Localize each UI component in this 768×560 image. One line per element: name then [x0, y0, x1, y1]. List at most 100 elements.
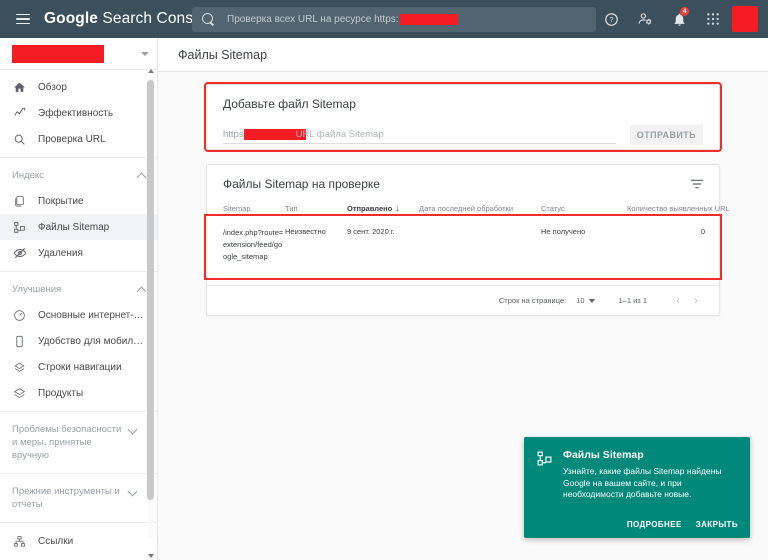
table-title: Файлы Sitemap на проверке: [223, 177, 380, 191]
apps-grid-icon[interactable]: [696, 0, 730, 38]
add-sitemap-title: Добавьте файл Sitemap: [223, 97, 356, 111]
property-name-redacted: [12, 44, 104, 63]
sitemaps-table: Sitemap Тип Отправлено ↓ Дата последней о…: [207, 198, 730, 270]
col-sitemap[interactable]: Sitemap: [207, 198, 285, 220]
notification-badge: 4: [680, 7, 689, 16]
sidebar-item-sitemaps[interactable]: Файлы Sitemap: [0, 214, 157, 240]
sidebar-item-performance[interactable]: Эффективность: [0, 100, 157, 126]
sidebar-item-label: Основные интернет-показ...: [38, 309, 148, 321]
sidebar-item-label: Покрытие: [38, 195, 84, 207]
divider: [0, 157, 157, 158]
avatar[interactable]: [730, 0, 760, 38]
search-input[interactable]: Проверка всех URL на ресурсе https:: [192, 7, 596, 32]
divider: [0, 473, 157, 474]
chevron-left-icon[interactable]: ‹: [669, 295, 687, 307]
sidebar-item-links[interactable]: Ссылки: [0, 528, 157, 554]
col-discovered-urls[interactable]: Количество выявленных URL: [627, 198, 730, 220]
rows-per-page-label: Строк на странице:: [498, 296, 567, 305]
search-icon: [12, 132, 27, 147]
sidebar-nav: Обзор Эффективность Проверка URL Индекс: [0, 70, 157, 560]
sidebar-group-label: Улучшения: [12, 284, 62, 295]
col-type[interactable]: Тип: [285, 198, 347, 220]
mobile-icon: [12, 334, 27, 349]
links-icon: [12, 534, 27, 549]
sidebar-item-label: Строки навигации: [38, 361, 122, 373]
scroll-up-arrow-icon[interactable]: [147, 68, 154, 75]
speedometer-icon: [12, 308, 27, 323]
sidebar-item-label: Удобство для мобильных: [38, 335, 148, 347]
top-app-bar: Google Search Console Проверка всех URL …: [0, 0, 768, 38]
table-row[interactable]: /index.php?route=extension/feed/google_s…: [207, 220, 721, 270]
search-console-window: Google Search Console Проверка всех URL …: [0, 0, 768, 560]
sidebar-item-products[interactable]: Продукты: [0, 380, 157, 406]
submitted-sitemaps-card: Файлы Sitemap на проверке Sitemap Тип От…: [206, 164, 730, 316]
sidebar-item-url-inspection[interactable]: Проверка URL: [0, 126, 157, 152]
sidebar-scrollbar[interactable]: [147, 68, 154, 560]
pagination-range: 1–1 из 1: [618, 296, 647, 305]
sidebar-group-enhancements[interactable]: Улучшения: [0, 277, 157, 302]
bell-icon[interactable]: 4: [662, 0, 696, 38]
search-placeholder: Проверка всех URL на ресурсе https:: [227, 13, 458, 25]
breadcrumbs-icon: [12, 360, 27, 375]
sitemap-icon: [12, 220, 27, 235]
table-pagination: Строк на странице: 10 1–1 из 1 ‹ ›: [207, 285, 719, 315]
sidebar-item-breadcrumbs[interactable]: Строки навигации: [0, 354, 157, 380]
sidebar-group-legacy-tools[interactable]: Прежние инструменты и отчеты: [0, 479, 148, 517]
sidebar-item-label: Ссылки: [38, 535, 74, 547]
sitemap-url-text: /index.php?route=extension/feed/google_s…: [223, 228, 284, 261]
submit-button[interactable]: ОТПРАВИТЬ: [629, 125, 703, 145]
products-icon: [12, 386, 27, 401]
sidebar-group-label: Прежние инструменты и отчеты: [12, 486, 120, 510]
property-selector[interactable]: [0, 38, 157, 70]
account-settings-icon[interactable]: [628, 0, 662, 38]
sidebar-item-label: Проверка URL: [38, 133, 106, 145]
toast-top: Файлы Sitemap Узнайте, какие файлы Sitem…: [536, 449, 738, 501]
sidebar-item-removals[interactable]: Удаления: [0, 240, 157, 266]
hamburger-icon[interactable]: [6, 0, 40, 38]
toast-text: Файлы Sitemap Узнайте, какие файлы Sitem…: [563, 449, 738, 501]
sidebar-item-label: Эффективность: [38, 107, 114, 119]
col-submitted[interactable]: Отправлено ↓: [347, 198, 419, 220]
cell-status: Не получено: [541, 227, 586, 236]
col-status[interactable]: Статус: [541, 198, 627, 220]
sidebar-item-coverage[interactable]: Покрытие: [0, 188, 157, 214]
close-button[interactable]: ЗАКРЫТЬ: [696, 520, 738, 529]
top-bar-icons: ? 4: [594, 0, 760, 38]
brand-title: Google Search Console: [44, 10, 214, 28]
sidebar-item-settings[interactable]: Настройки: [0, 554, 157, 560]
sidebar: Обзор Эффективность Проверка URL Индекс: [0, 38, 158, 560]
avatar-image: [732, 6, 758, 32]
main-content: Добавьте файл Sitemap https URL файла Sit…: [158, 72, 768, 560]
divider: [0, 411, 157, 412]
sidebar-group-index[interactable]: Индекс: [0, 163, 157, 188]
scroll-down-arrow-icon[interactable]: [147, 553, 154, 560]
table-head: Sitemap Тип Отправлено ↓ Дата последней о…: [207, 198, 730, 220]
toast-body: Узнайте, какие файлы Sitemap найдены Goo…: [563, 466, 722, 499]
learn-more-button[interactable]: ПОДРОБНЕЕ: [627, 520, 682, 529]
table-header-bar: Файлы Sitemap на проверке: [207, 165, 719, 198]
url-prefix: https: [223, 129, 244, 140]
rows-per-page-value[interactable]: 10: [576, 296, 584, 305]
cell-submitted: 9 сент. 2020 г.: [347, 227, 395, 236]
chevron-down-icon: [128, 487, 138, 497]
cell-sitemap[interactable]: /index.php?route=extension/feed/google_s…: [207, 220, 285, 270]
sidebar-group-security[interactable]: Проблемы безопасности и меры, принятые в…: [0, 417, 148, 468]
sidebar-item-overview[interactable]: Обзор: [0, 74, 157, 100]
arrow-down-icon: ↓: [395, 204, 400, 213]
filter-icon[interactable]: [689, 176, 705, 192]
col-last-read[interactable]: Дата последней обработки: [419, 198, 541, 220]
chevron-right-icon[interactable]: ›: [687, 295, 705, 307]
sidebar-item-core-web-vitals[interactable]: Основные интернет-показ...: [0, 302, 157, 328]
chevron-down-icon: [128, 425, 138, 435]
col-submitted-label: Отправлено: [347, 204, 393, 213]
help-icon[interactable]: ?: [594, 0, 628, 38]
redaction-block: [399, 13, 458, 25]
scrollbar-thumb[interactable]: [147, 80, 154, 500]
removals-icon: [12, 246, 27, 261]
chevron-down-icon: [141, 51, 149, 56]
chevron-down-icon[interactable]: [588, 298, 595, 303]
sitemap-url-input[interactable]: https URL файла Sitemap: [223, 127, 616, 144]
sidebar-group-label: Проблемы безопасности и меры, принятые в…: [12, 424, 122, 461]
sitemap-info-toast: Файлы Sitemap Узнайте, какие файлы Sitem…: [524, 437, 750, 538]
sidebar-item-mobile-usability[interactable]: Удобство для мобильных: [0, 328, 157, 354]
